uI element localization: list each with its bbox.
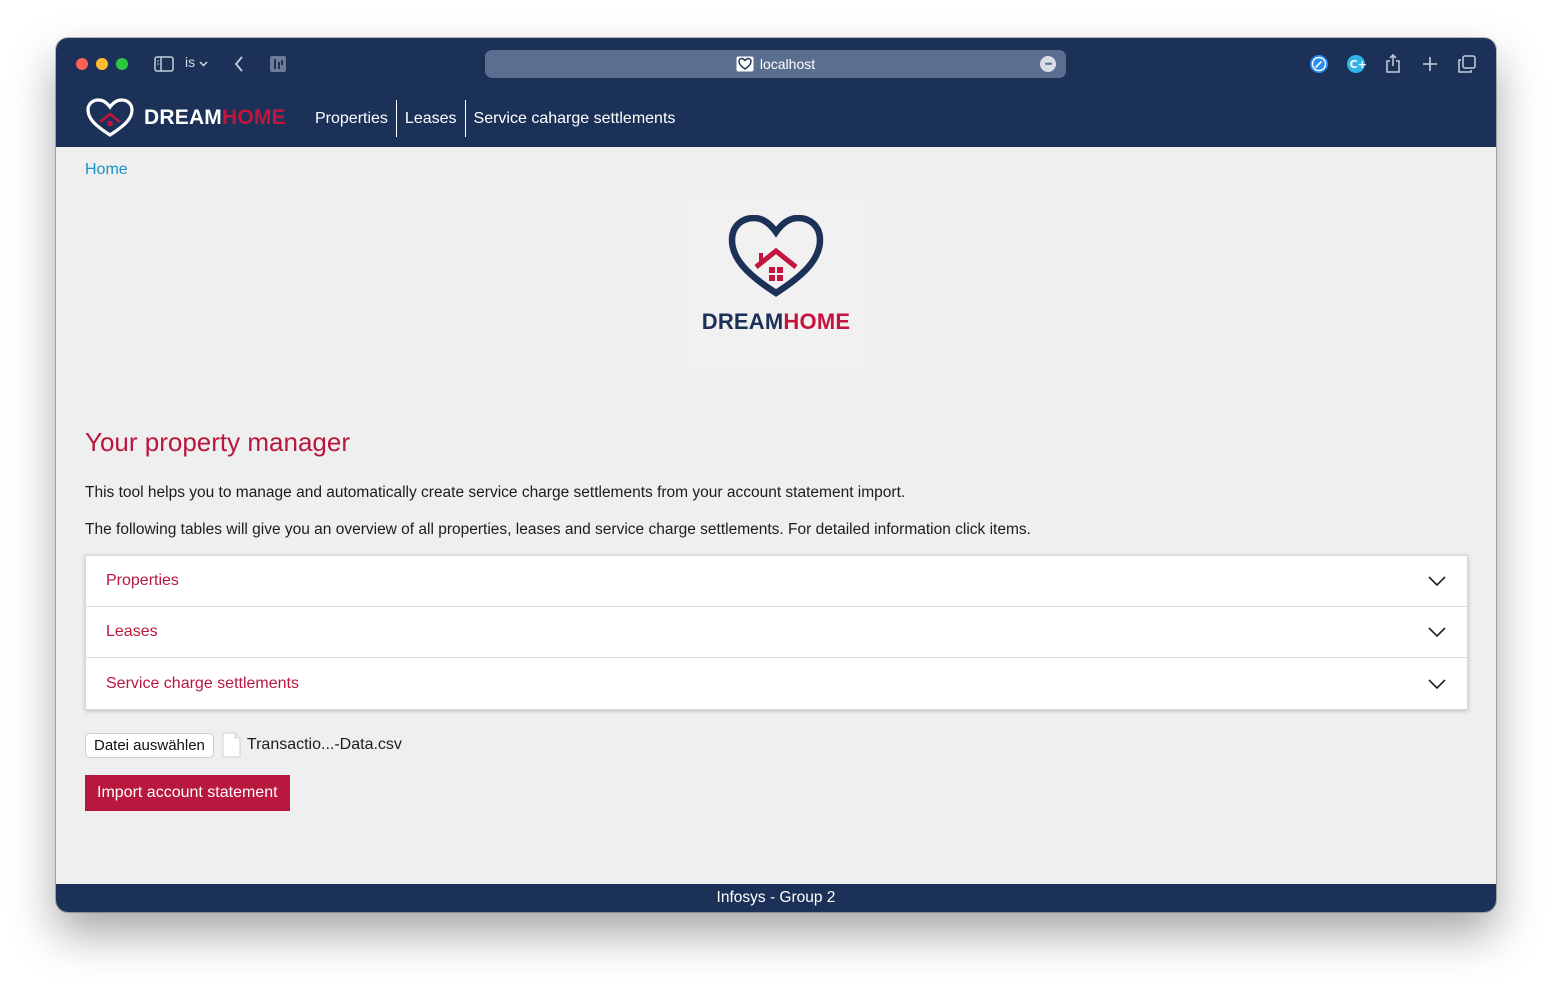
profile-selector[interactable]: is xyxy=(185,54,208,70)
overview-accordion: Properties Leases Service charge settlem… xyxy=(85,555,1468,710)
brand-dream-text: DREAM xyxy=(144,106,222,129)
page-content: Home DREAMHOME Your property manager Thi… xyxy=(56,147,1496,884)
breadcrumb-home-link[interactable]: Home xyxy=(85,161,128,179)
zoom-window-button[interactable] xyxy=(116,58,128,70)
browser-window: is localhost ••• C+ DREAMHOME Properties… xyxy=(56,38,1496,912)
browser-toolbar: is localhost ••• C+ xyxy=(56,38,1496,90)
sidebar-toggle-icon[interactable] xyxy=(152,52,176,76)
c-plus-extension-icon[interactable]: C+ xyxy=(1345,52,1367,76)
brand-home-text: HOME xyxy=(222,106,286,129)
close-window-button[interactable] xyxy=(76,58,88,70)
accordion-service-charge-settlements-label: Service charge settlements xyxy=(106,674,299,692)
minimize-window-button[interactable] xyxy=(96,58,108,70)
app-navbar: DREAMHOME Properties Leases Service caha… xyxy=(56,90,1496,147)
nav-leases-link[interactable]: Leases xyxy=(395,100,465,137)
back-arrow-icon[interactable] xyxy=(230,52,248,76)
file-document-icon xyxy=(222,732,241,758)
hero-logo: DREAMHOME xyxy=(686,195,866,367)
choose-file-button[interactable]: Datei auswählen xyxy=(85,732,214,758)
accordion-leases[interactable]: Leases xyxy=(86,607,1467,658)
heart-house-logo-icon xyxy=(728,215,824,297)
overview-paragraph: The following tables will give you an ov… xyxy=(85,521,1031,538)
chevron-down-icon xyxy=(1428,678,1446,689)
share-icon[interactable] xyxy=(1382,52,1404,76)
nav-service-charge-settlements-link[interactable]: Service caharge settlements xyxy=(464,100,684,137)
main-nav: Properties Leases Service caharge settle… xyxy=(307,100,683,137)
extension-icon[interactable] xyxy=(268,52,288,76)
import-account-statement-button[interactable]: Import account statement xyxy=(85,775,290,811)
logo-dream-text: DREAM xyxy=(701,309,784,334)
brand-logo[interactable]: DREAMHOME xyxy=(86,98,286,138)
chevron-down-icon xyxy=(199,61,208,67)
accordion-leases-label: Leases xyxy=(106,623,158,640)
accordion-properties-label: Properties xyxy=(106,572,179,589)
address-bar[interactable]: localhost ••• xyxy=(485,50,1066,78)
svg-text:C+: C+ xyxy=(1350,58,1367,71)
heart-house-logo-icon xyxy=(86,98,134,137)
intro-paragraph: This tool helps you to manage and automa… xyxy=(85,484,906,501)
profile-label: is xyxy=(185,54,196,70)
new-tab-icon[interactable] xyxy=(1419,52,1441,76)
compass-icon[interactable] xyxy=(1308,52,1330,76)
tab-overview-icon[interactable] xyxy=(1456,52,1478,76)
page-footer: Infosys - Group 2 xyxy=(56,884,1496,912)
logo-home-text: HOME xyxy=(783,309,851,334)
accordion-properties[interactable]: Properties xyxy=(86,556,1467,607)
nav-properties-link[interactable]: Properties xyxy=(307,100,396,137)
more-options-icon[interactable]: ••• xyxy=(1040,56,1056,72)
file-upload: Datei auswählen Transactio...-Data.csv xyxy=(85,732,402,758)
chevron-down-icon xyxy=(1428,627,1446,638)
site-favicon-icon xyxy=(736,56,754,72)
selected-file-name: Transactio...-Data.csv xyxy=(246,736,402,753)
accordion-service-charge-settlements[interactable]: Service charge settlements xyxy=(86,658,1467,709)
chevron-down-icon xyxy=(1428,576,1446,587)
page-title: Your property manager xyxy=(85,427,350,457)
url-text: localhost xyxy=(759,56,816,72)
